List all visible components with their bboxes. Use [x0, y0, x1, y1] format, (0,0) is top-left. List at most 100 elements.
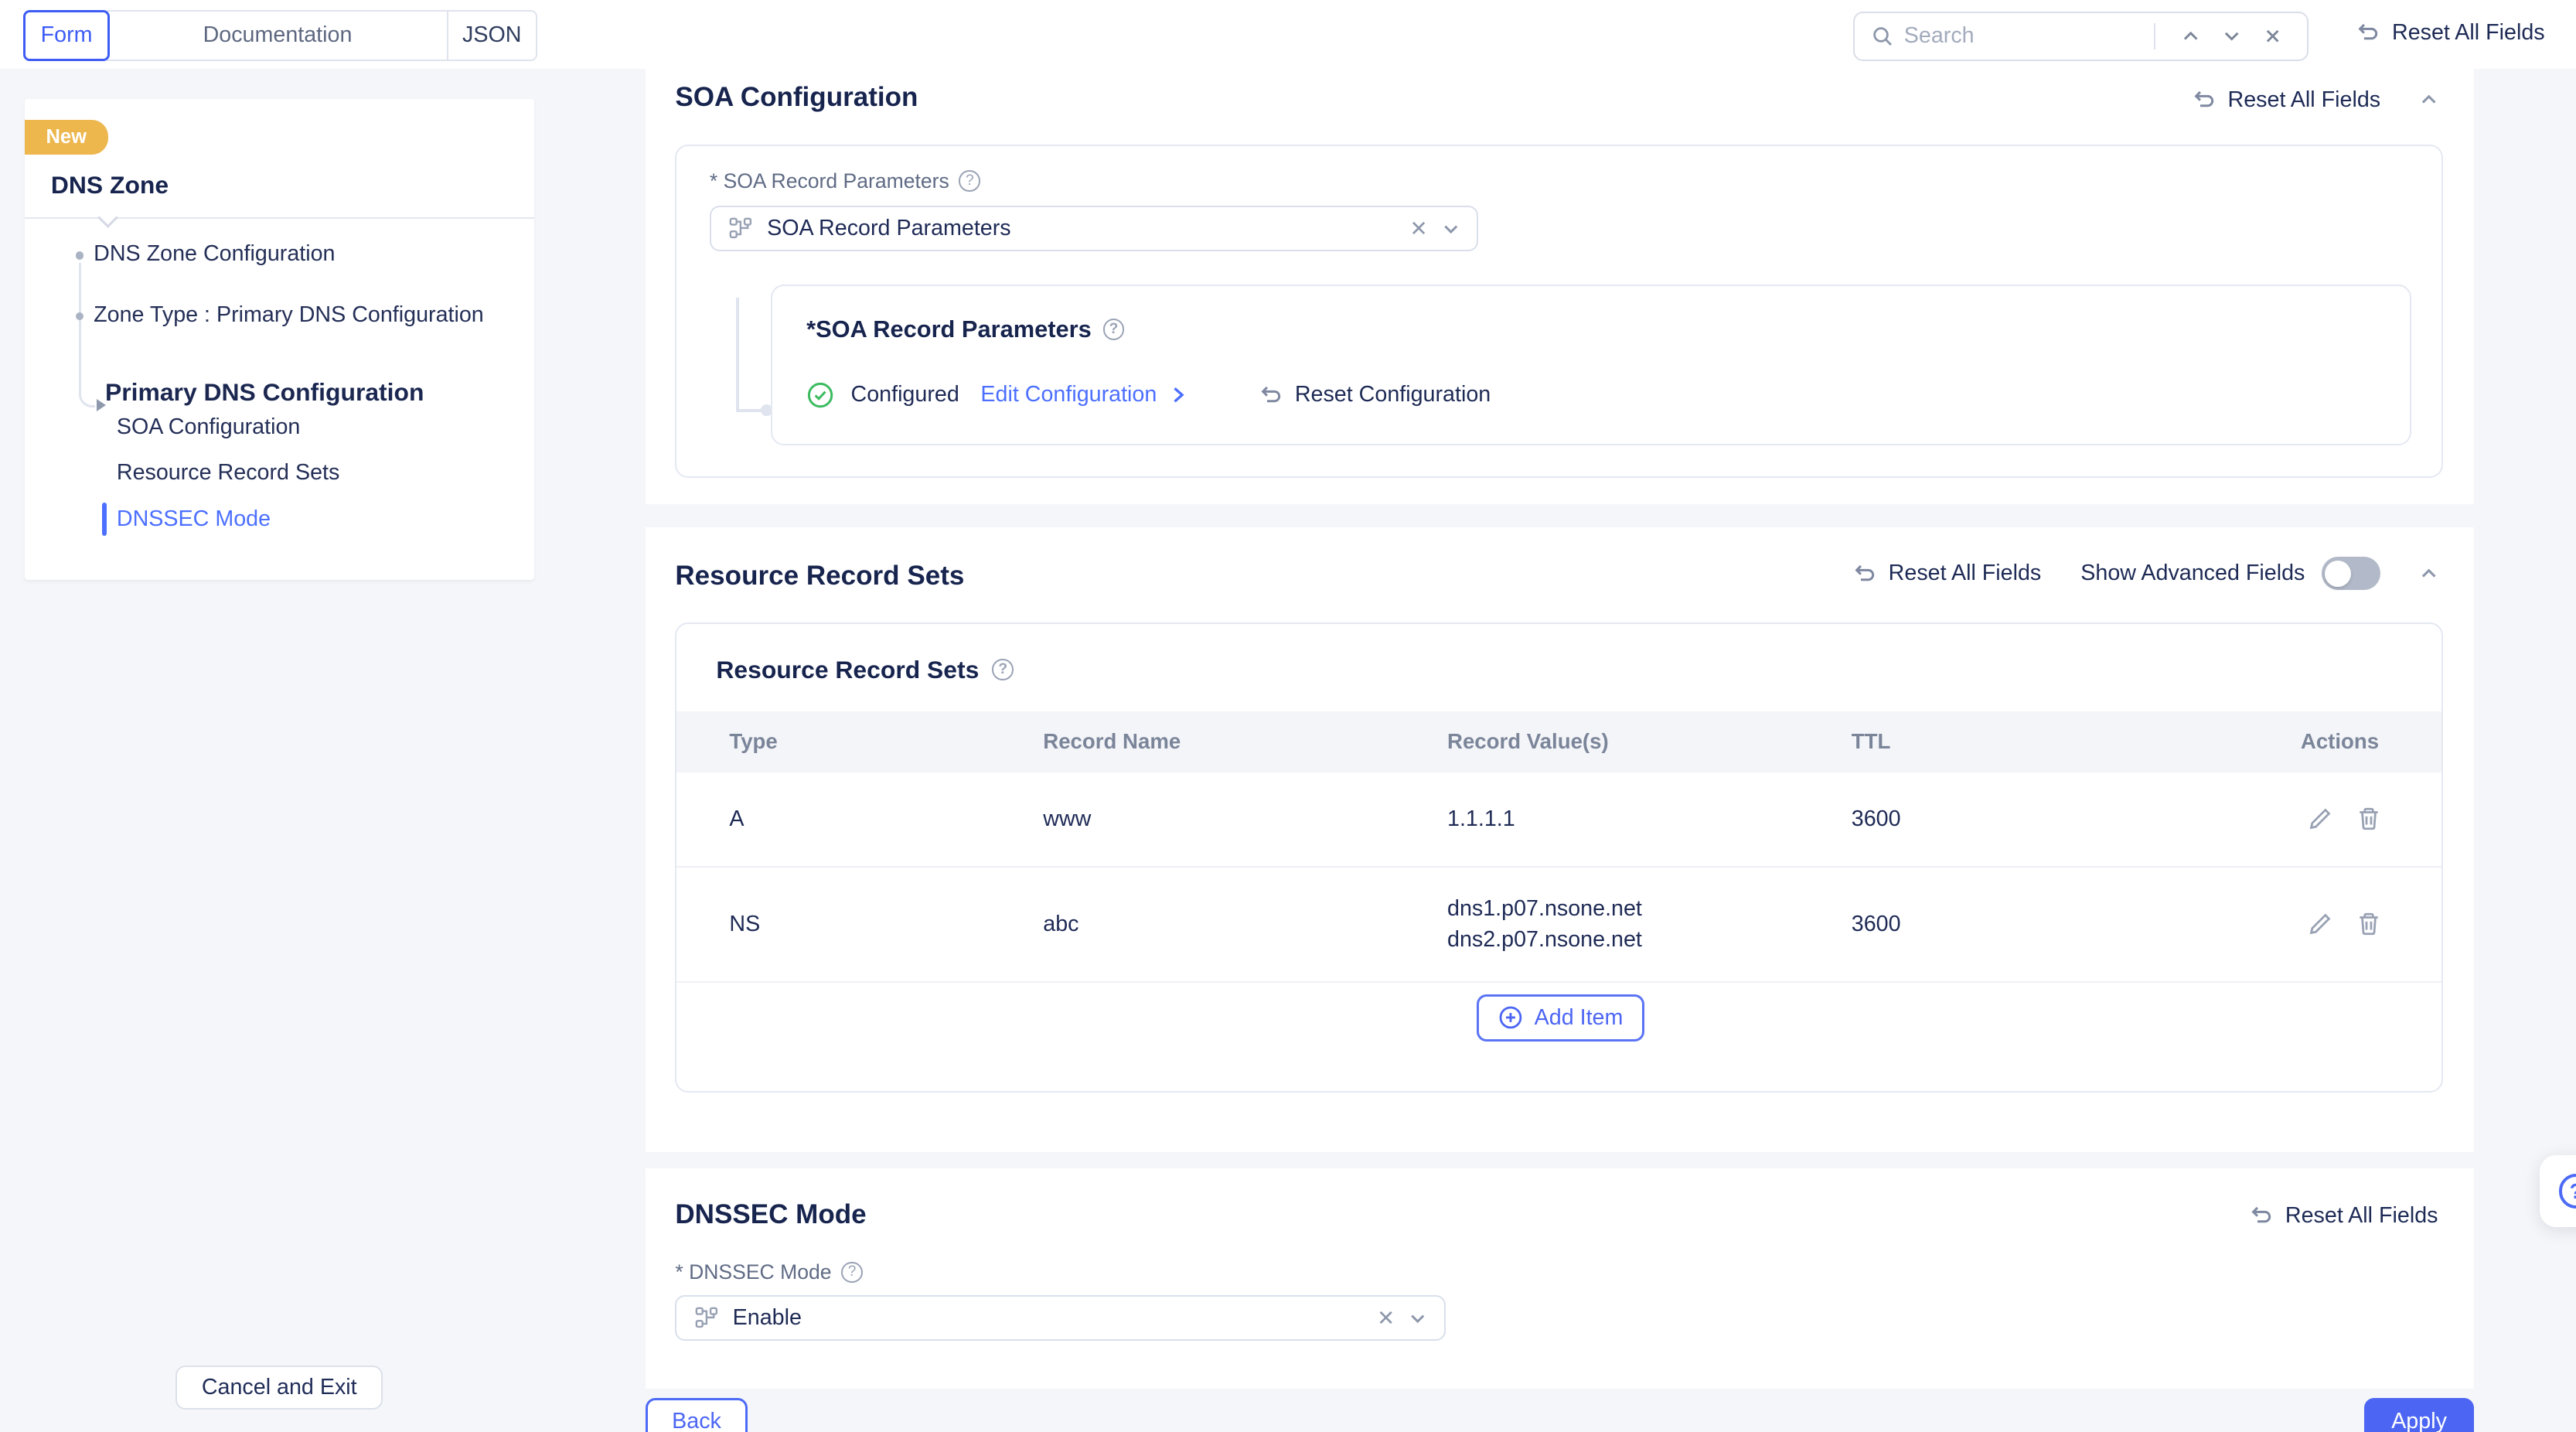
col-header-type: Type — [729, 729, 778, 754]
new-badge: New — [24, 120, 108, 155]
active-item-indicator — [101, 503, 107, 536]
help-icon[interactable]: ? — [959, 170, 981, 193]
resource-record-sets-section: Resource Record Sets Reset All Fields Sh… — [646, 527, 2475, 1152]
help-icon[interactable]: ? — [992, 659, 1014, 681]
configured-status-label: Configured — [850, 382, 959, 407]
search-icon — [1871, 25, 1894, 48]
nav-tree-guide — [79, 263, 96, 407]
add-item-button[interactable]: Add Item — [1477, 994, 1644, 1042]
col-header-record-name: Record Name — [1043, 729, 1181, 754]
dnssec-section-title: DNSSEC Mode — [675, 1199, 867, 1230]
delete-row-trash-icon[interactable] — [2356, 911, 2382, 937]
sidebar-item-dns-zone-configuration[interactable]: DNS Zone Configuration — [94, 241, 335, 267]
dnssec-dropdown-value: Enable — [732, 1304, 802, 1330]
cancel-and-exit-button[interactable]: Cancel and Exit — [175, 1365, 383, 1410]
dnssec-mode-section: DNSSEC Mode Reset All Fields * DNSSEC Mo… — [646, 1168, 2475, 1389]
sidebar-item-primary-dns-configuration[interactable]: Primary DNS Configuration — [105, 378, 424, 407]
cell-type: A — [729, 806, 745, 831]
search-prev-icon[interactable] — [2170, 27, 2211, 45]
reset-icon — [2251, 1206, 2271, 1223]
sidebar-item-dnssec-mode[interactable]: DNSSEC Mode — [117, 506, 271, 532]
reset-icon — [1855, 564, 1875, 581]
soa-dropdown-value: SOA Record Parameters — [767, 215, 1011, 240]
reset-configuration-link[interactable]: Reset Configuration — [1259, 382, 1491, 407]
search-box — [1853, 11, 2309, 61]
tab-documentation[interactable]: Documentation — [108, 12, 447, 60]
sidebar-item-zone-type[interactable]: Zone Type : Primary DNS Configuration — [94, 302, 484, 328]
back-button[interactable]: Back — [646, 1398, 748, 1432]
sidebar-item-resource-record-sets[interactable]: Resource Record Sets — [117, 460, 339, 486]
sidebar-title: DNS Zone — [50, 171, 169, 199]
col-header-record-values: Record Value(s) — [1447, 728, 1609, 753]
workflow-icon — [695, 1306, 718, 1329]
dnssec-reset-all-fields[interactable]: Reset All Fields — [2249, 1203, 2438, 1229]
edit-configuration-link[interactable]: Edit Configuration — [980, 382, 1157, 407]
chevron-down-icon[interactable] — [1408, 1308, 1428, 1328]
reset-all-fields-global[interactable]: Reset All Fields — [2356, 20, 2545, 46]
reset-icon — [2358, 23, 2378, 40]
search-input[interactable] — [1903, 23, 2148, 49]
clear-selection-icon[interactable]: ✕ — [1396, 216, 1440, 241]
dns-zone-form-page: Form Documentation JSON Reset — [0, 0, 2576, 1432]
soa-reset-all-fields[interactable]: Reset All Fields — [2192, 87, 2380, 113]
top-bar: Form Documentation JSON Reset — [0, 0, 2576, 70]
soa-section-title: SOA Configuration — [675, 82, 918, 113]
dnssec-mode-dropdown[interactable]: Enable ✕ — [675, 1294, 1446, 1341]
reset-icon — [1261, 386, 1281, 403]
nested-panel-title: *SOA Record Parameters — [806, 315, 1092, 343]
help-fab-button[interactable]: ? — [2540, 1154, 2576, 1228]
soa-collapse-chevron-up-icon[interactable] — [2420, 90, 2438, 108]
dnssec-field-label: * DNSSEC Mode — [675, 1260, 832, 1284]
show-advanced-fields-toggle[interactable] — [2321, 557, 2381, 590]
chevron-right-icon[interactable] — [1168, 385, 1188, 405]
tab-json[interactable]: JSON — [446, 11, 536, 60]
cell-record-values: 1.1.1.1 — [1447, 806, 1515, 832]
clear-selection-icon[interactable]: ✕ — [1364, 1305, 1408, 1331]
cell-ttl: 3600 — [1851, 806, 1901, 831]
reset-icon — [2194, 91, 2213, 107]
rrs-collapse-chevron-up-icon[interactable] — [2420, 564, 2438, 582]
wizard-sidebar: New DNS Zone DNS Zone Configuration Zone… — [24, 98, 534, 581]
workflow-icon — [729, 217, 752, 240]
soa-record-parameters-dropdown[interactable]: SOA Record Parameters ✕ — [709, 205, 1479, 251]
rrs-reset-all-fields[interactable]: Reset All Fields — [1852, 561, 2041, 586]
delete-row-trash-icon[interactable] — [2356, 806, 2382, 832]
search-next-icon[interactable] — [2211, 27, 2252, 45]
help-icon[interactable]: ? — [1102, 318, 1125, 340]
show-advanced-fields-label: Show Advanced Fields — [2080, 561, 2305, 586]
table-row: NS abc dns1.p07.nsone.net dns2.p07.nsone… — [676, 868, 2441, 983]
collapse-notch-icon[interactable] — [97, 207, 118, 229]
edit-row-pencil-icon[interactable] — [2307, 911, 2333, 937]
col-header-actions: Actions — [2300, 729, 2380, 754]
view-tabs: Form Documentation JSON — [22, 9, 537, 61]
chevron-down-icon[interactable] — [1441, 219, 1461, 239]
soa-field-group: * SOA Record Parameters ? SOA Record Par… — [675, 145, 2443, 479]
resource-record-sets-card: Resource Record Sets ? Type Record Name … — [675, 622, 2443, 1093]
tree-connector — [735, 297, 740, 411]
table-header-row: Type Record Name Record Value(s) TTL Act… — [676, 711, 2441, 772]
sidebar-item-soa-configuration[interactable]: SOA Configuration — [117, 414, 300, 440]
soa-record-parameters-panel: *SOA Record Parameters ? Configured Edit… — [770, 284, 2412, 445]
nav-bullet-icon — [75, 251, 84, 260]
cell-record-name: abc — [1043, 911, 1079, 936]
tab-form[interactable]: Form — [22, 9, 111, 61]
help-icon[interactable]: ? — [841, 1261, 863, 1284]
plus-circle-icon — [1499, 1006, 1522, 1029]
question-circle-icon: ? — [2558, 1174, 2576, 1209]
cell-type: NS — [729, 911, 761, 936]
cell-record-name: www — [1043, 806, 1092, 831]
table-row: A www 1.1.1.1 3600 — [676, 772, 2441, 868]
rrs-card-title: Resource Record Sets — [716, 655, 980, 684]
apply-button[interactable]: Apply — [2363, 1398, 2475, 1432]
soa-field-label: * SOA Record Parameters — [709, 169, 949, 193]
tree-connector — [735, 409, 762, 413]
cell-ttl: 3600 — [1851, 911, 1901, 936]
col-header-ttl: TTL — [1851, 729, 1891, 754]
edit-row-pencil-icon[interactable] — [2307, 806, 2333, 832]
rrs-section-title: Resource Record Sets — [675, 560, 965, 591]
search-clear-icon[interactable] — [2253, 27, 2294, 45]
search-divider — [2154, 22, 2156, 49]
cell-record-values: dns1.p07.nsone.net dns2.p07.nsone.net — [1447, 896, 1642, 953]
soa-configuration-section: SOA Configuration Reset All Fields * SOA… — [646, 69, 2475, 505]
rrs-table: Type Record Name Record Value(s) TTL Act… — [676, 711, 2441, 983]
